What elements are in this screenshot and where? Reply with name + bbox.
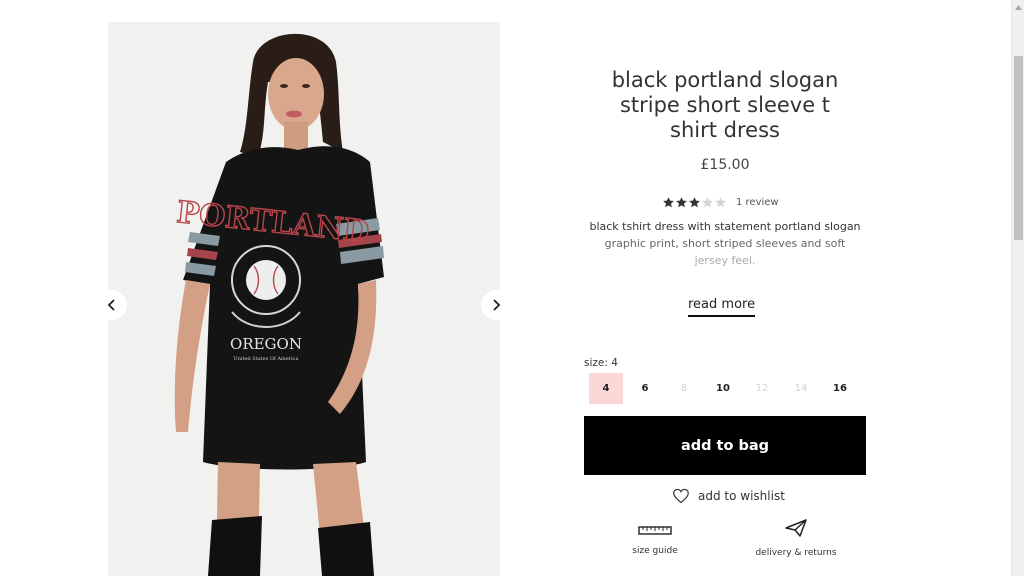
add-to-bag-button[interactable]: add to bag bbox=[584, 416, 866, 475]
delivery-returns-link[interactable]: delivery & returns bbox=[750, 519, 842, 558]
star-filled-icon bbox=[676, 196, 687, 207]
add-to-wishlist-button[interactable]: add to wishlist bbox=[672, 488, 785, 504]
size-option-14: 14 bbox=[794, 383, 808, 394]
star-empty-icon bbox=[715, 196, 726, 207]
size-guide-link[interactable]: size guide bbox=[624, 524, 686, 556]
product-price: £15.00 bbox=[700, 157, 750, 173]
paper-plane-icon bbox=[785, 519, 807, 537]
page-scrollbar[interactable] bbox=[1011, 0, 1024, 576]
print-sub: United States Of America bbox=[234, 356, 299, 362]
gallery-next-button[interactable] bbox=[481, 290, 511, 320]
size-option-6[interactable]: 6 bbox=[628, 373, 662, 404]
size-option-16[interactable]: 16 bbox=[823, 373, 857, 404]
chevron-left-icon bbox=[107, 299, 115, 311]
size-options: 4 6 8 10 12 14 16 bbox=[589, 373, 862, 404]
size-guide-label: size guide bbox=[632, 546, 678, 556]
heart-icon bbox=[673, 488, 689, 504]
product-rating[interactable]: 1 review bbox=[662, 195, 779, 209]
size-option-10[interactable]: 10 bbox=[706, 373, 740, 404]
chevron-right-icon bbox=[493, 299, 501, 311]
print-state: OREGON bbox=[230, 335, 302, 353]
triangle-up-icon bbox=[1015, 4, 1022, 10]
star-filled-icon bbox=[663, 196, 674, 207]
star-filled-icon bbox=[689, 196, 700, 207]
model-photo: PORTLAND OREGON United States Of America bbox=[108, 22, 500, 576]
ruler-icon bbox=[638, 526, 672, 535]
description-line: graphic print, short striped sleeves and… bbox=[604, 237, 846, 250]
scroll-thumb[interactable] bbox=[1014, 56, 1023, 240]
review-count[interactable]: 1 review bbox=[736, 197, 779, 208]
size-option-8: 8 bbox=[680, 383, 688, 394]
delivery-returns-label: delivery & returns bbox=[755, 548, 837, 558]
product-page: PORTLAND OREGON United States Of America bbox=[0, 0, 1024, 576]
product-image: PORTLAND OREGON United States Of America bbox=[108, 22, 500, 576]
product-description: black tshirt dress with statement portla… bbox=[584, 218, 866, 269]
wishlist-label: add to wishlist bbox=[698, 489, 785, 503]
read-more-link[interactable]: read more bbox=[688, 297, 756, 317]
description-line: black tshirt dress with statement portla… bbox=[589, 220, 861, 233]
scroll-up-arrow[interactable] bbox=[1012, 0, 1024, 14]
size-option-12: 12 bbox=[755, 383, 769, 394]
star-empty-icon bbox=[702, 196, 713, 207]
product-title: black portland slogan stripe short sleev… bbox=[611, 68, 839, 142]
size-option-4[interactable]: 4 bbox=[589, 373, 623, 404]
size-label: size: 4 bbox=[584, 357, 618, 369]
description-line: jersey feel. bbox=[694, 254, 756, 267]
gallery-prev-button[interactable] bbox=[97, 290, 127, 320]
